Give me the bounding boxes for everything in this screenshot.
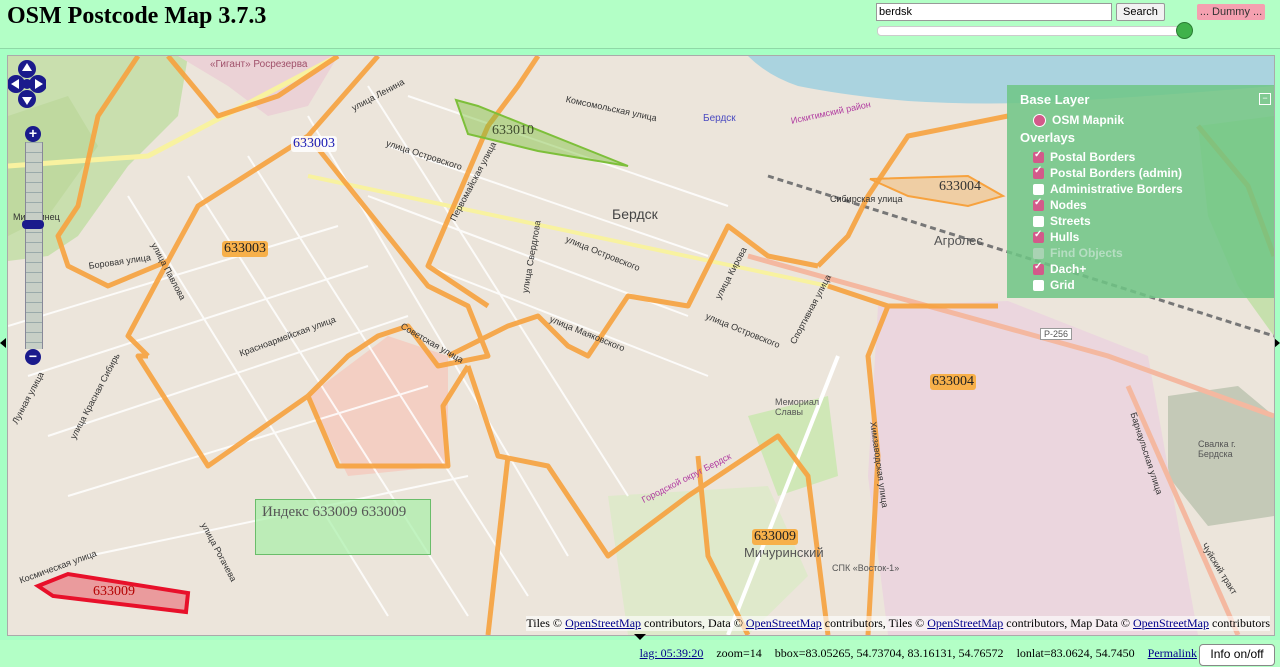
- postcode-label: 633003: [291, 136, 337, 152]
- overlays-title: Overlays: [1020, 130, 1075, 145]
- postcode-label: 633003: [222, 241, 268, 257]
- overlay-find-objects: Find Objects: [1033, 245, 1123, 261]
- layer-switcher: − Base Layer OSM Mapnik Overlays Postal …: [1007, 85, 1274, 298]
- lag-link[interactable]: lag: 05:39:20: [640, 646, 704, 660]
- osm-link[interactable]: OpenStreetMap: [746, 616, 822, 630]
- attribution-text: contributors, Map Data ©: [1003, 616, 1134, 630]
- attribution-text: contributors, Tiles ©: [821, 616, 928, 630]
- postcode-label: 633009: [93, 584, 135, 599]
- zoom-readout: zoom=14: [716, 646, 762, 660]
- status-bar: lag: 05:39:20 zoom=14 bbox=83.05265, 54.…: [640, 646, 1197, 661]
- search-button[interactable]: Search: [1116, 3, 1165, 21]
- place-label: СПК «Восток-1»: [832, 563, 900, 573]
- minimize-icon[interactable]: −: [1259, 93, 1271, 105]
- checkbox-icon[interactable]: [1033, 261, 1044, 275]
- zoom-out-button[interactable]: −: [25, 349, 41, 365]
- checkbox-icon[interactable]: [1033, 197, 1044, 211]
- place-label: Мемориал Славы: [775, 397, 820, 417]
- overlay-administrative-borders[interactable]: Administrative Borders: [1033, 181, 1183, 197]
- layer-label: Administrative Borders: [1050, 182, 1183, 196]
- base-layer-title: Base Layer: [1020, 92, 1090, 107]
- checkbox-icon[interactable]: [1033, 229, 1044, 243]
- search-input[interactable]: [876, 3, 1112, 21]
- postcode-info-popup: Индекс 633009 633009: [255, 499, 431, 555]
- zoom-slider-handle[interactable]: [22, 220, 44, 229]
- place-label: Мичуринский: [744, 545, 824, 560]
- map-attribution: Tiles © OpenStreetMap contributors, Data…: [526, 616, 1270, 631]
- overlay-nodes[interactable]: Nodes: [1033, 197, 1087, 213]
- osm-link[interactable]: OpenStreetMap: [565, 616, 641, 630]
- layer-label: Postal Borders (admin): [1050, 166, 1183, 180]
- layer-label: Streets: [1050, 214, 1091, 228]
- city-label: Бердск: [612, 206, 658, 222]
- layer-label: Nodes: [1050, 198, 1087, 212]
- station-label: Бердск: [703, 113, 736, 124]
- attribution-text: Tiles ©: [526, 616, 566, 630]
- road-number: Р-256: [1040, 328, 1073, 340]
- pan-control[interactable]: [8, 56, 46, 116]
- lonlat-readout: lonlat=83.0624, 54.7450: [1016, 646, 1135, 660]
- info-toggle-button[interactable]: Info on/off: [1199, 644, 1275, 666]
- header: OSM Postcode Map 3.7.3 Search ... Dummy …: [0, 0, 1280, 49]
- layer-label: OSM Mapnik: [1052, 113, 1125, 127]
- place-label: Свалка г. Бердска: [1198, 439, 1236, 459]
- overlay-dach[interactable]: Dach+: [1033, 261, 1086, 277]
- layer-label: Postal Borders: [1050, 150, 1136, 164]
- layer-label: Find Objects: [1050, 246, 1123, 260]
- checkbox-icon[interactable]: [1033, 165, 1044, 179]
- place-label: «Гигант» Росрезерва: [210, 59, 308, 70]
- osm-link[interactable]: OpenStreetMap: [1133, 616, 1209, 630]
- overlay-grid[interactable]: Grid: [1033, 277, 1075, 293]
- attribution-text: contributors: [1209, 616, 1270, 630]
- postcode-label: 633004: [939, 179, 981, 194]
- overlay-streets[interactable]: Streets: [1033, 213, 1091, 229]
- checkbox-icon: [1033, 247, 1044, 259]
- zoom-in-button[interactable]: +: [25, 126, 41, 142]
- footer: lag: 05:39:20 zoom=14 bbox=83.05265, 54.…: [0, 640, 1280, 667]
- dummy-button[interactable]: ... Dummy ...: [1197, 4, 1265, 20]
- street-label: Сибирская улица: [830, 194, 903, 204]
- place-label: Агролес: [934, 233, 983, 248]
- permalink-link[interactable]: Permalink: [1148, 646, 1197, 660]
- radio-icon[interactable]: [1033, 113, 1046, 127]
- checkbox-icon[interactable]: [1033, 183, 1044, 195]
- overlay-hulls[interactable]: Hulls: [1033, 229, 1079, 245]
- postcode-label: 633010: [492, 123, 534, 138]
- overlay-postal-borders[interactable]: Postal Borders: [1033, 149, 1135, 165]
- base-layer-osm-mapnik[interactable]: OSM Mapnik: [1033, 112, 1124, 128]
- layer-label: Hulls: [1050, 230, 1080, 244]
- attribution-text: contributors, Data ©: [641, 616, 746, 630]
- zoom-slider[interactable]: [25, 142, 43, 349]
- layer-label: Grid: [1050, 278, 1075, 292]
- slider-handle[interactable]: [1176, 22, 1193, 39]
- left-expand-icon[interactable]: [0, 338, 6, 348]
- osm-link[interactable]: OpenStreetMap: [927, 616, 1003, 630]
- map-viewport[interactable]: «Гигант» Росрезерва Бердск Агролес Мичур…: [7, 55, 1275, 636]
- postcode-label: 633004: [930, 374, 976, 390]
- bbox-readout: bbox=83.05265, 54.73704, 83.16131, 54.76…: [774, 646, 1004, 660]
- checkbox-icon[interactable]: [1033, 279, 1044, 291]
- postcode-label: 633009: [752, 529, 798, 545]
- checkbox-icon[interactable]: [1033, 149, 1044, 163]
- overlay-postal-borders-admin[interactable]: Postal Borders (admin): [1033, 165, 1182, 181]
- layer-label: Dach+: [1050, 262, 1087, 276]
- app-title: OSM Postcode Map 3.7.3: [7, 3, 267, 29]
- industrial-area: [308, 336, 448, 476]
- checkbox-icon[interactable]: [1033, 215, 1044, 227]
- opacity-slider[interactable]: [877, 26, 1185, 36]
